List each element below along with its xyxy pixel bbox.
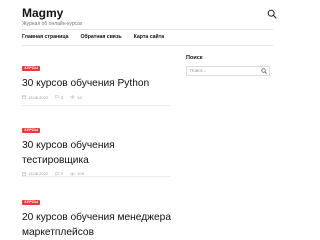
comment-icon [55,171,59,176]
sidebar: Поиск [186,55,270,76]
post-comments[interactable]: 0 [55,95,63,100]
category-badge[interactable]: КУРСЫ [22,128,41,133]
main-nav: Главная страница Обратная связь Карта са… [22,29,273,46]
post-title[interactable]: 20 курсов обучения менеджера маркетплейс… [22,211,172,240]
header-search-button[interactable] [267,9,277,19]
post-card: КУРСЫ 20 курсов обучения менеджера марке… [22,190,172,240]
nav-item-feedback[interactable]: Обратная связь [80,34,121,41]
eye-icon [70,95,76,99]
calendar-icon [22,95,26,99]
site-header: Magmy Журнал об онлайн-курсах [22,6,277,27]
post-views: 94 [70,94,82,100]
post-title[interactable]: 30 курсов обучения Python [22,77,172,92]
post-comments-count: 0 [61,94,64,100]
post-date: 13.08.2022 [22,95,48,100]
sidebar-search-title: Поиск [186,55,203,61]
calendar-icon [22,171,26,176]
eye-icon [70,172,76,175]
comment-icon [55,95,59,99]
post-date-text: 13.08.2022 [28,94,49,100]
nav-item-sitemap[interactable]: Карта сайта [134,34,165,41]
category-badge[interactable]: КУРСЫ [22,66,41,71]
search-icon [267,9,277,19]
category-badge[interactable]: КУРСЫ [22,200,41,205]
post-title[interactable]: 30 курсов обучения тестировщика [22,139,172,168]
post-meta: 13.08.2022 0 94 [22,95,172,100]
search-input[interactable] [190,67,258,75]
post-card: КУРСЫ 30 курсов обучения тестировщика 13… [22,118,172,176]
post-card: КУРСЫ 30 курсов обучения Python 13.08.20… [22,56,172,100]
post-divider [22,176,170,177]
site-title[interactable]: Magmy [22,6,63,20]
site-description: Журнал об онлайн-курсах [22,21,83,27]
search-submit-button[interactable] [261,68,267,74]
post-views-count: 94 [77,94,82,100]
nav-item-home[interactable]: Главная страница [22,34,68,41]
sidebar-search-box [186,66,270,76]
search-icon [261,68,267,74]
post-divider [22,105,170,106]
